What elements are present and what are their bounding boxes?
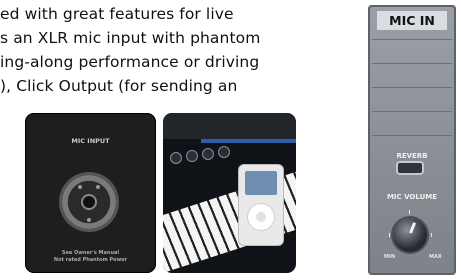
mic-volume-min-label: MIN xyxy=(384,254,396,260)
caption-line: Not rated Phantom Power xyxy=(53,257,128,263)
dial-tick xyxy=(431,233,432,237)
dial-tick xyxy=(409,210,410,214)
jack-pin xyxy=(96,185,100,189)
mic-volume-knob[interactable] xyxy=(393,218,427,252)
jack-pin xyxy=(87,218,91,222)
panel-divider xyxy=(372,39,452,40)
mic-volume-label: MIC VOLUME xyxy=(386,193,438,201)
ipod-screen xyxy=(245,171,277,195)
panel-divider xyxy=(372,63,452,64)
reverb-button[interactable] xyxy=(398,163,422,173)
mic-input-caption: See Owner's Manual Not rated Phantom Pow… xyxy=(25,250,156,264)
mic-in-panel: MIC IN REVERB MIC VOLUME MIN MAX xyxy=(368,5,456,275)
panel-divider xyxy=(372,111,452,112)
ipod-icon xyxy=(239,165,283,245)
dial-tick xyxy=(389,233,390,237)
panel-divider xyxy=(372,135,452,136)
text-line: ), Click Output (for sending an xyxy=(0,77,238,95)
caption-line: See Owner's Manual xyxy=(61,250,120,256)
ipod-click-wheel xyxy=(247,203,275,231)
knob-icon xyxy=(187,151,197,161)
jack-center xyxy=(83,196,95,208)
keyboard-panel xyxy=(163,113,296,139)
knob-icon xyxy=(171,153,181,163)
jack-pin xyxy=(78,185,82,189)
mic-input-photo: MIC INPUT See Owner's Manual Not rated P… xyxy=(25,113,156,273)
text-line: ing-along performance or driving xyxy=(0,53,260,71)
text-line: ed with great features for live xyxy=(0,5,234,23)
reverb-label: REVERB xyxy=(396,152,428,160)
knob-icon xyxy=(203,149,213,159)
mic-input-heading: MIC INPUT xyxy=(71,137,110,145)
keyboard-stripe xyxy=(201,139,296,143)
panel-title: MIC IN xyxy=(377,11,447,30)
keyboard-ipod-photo xyxy=(163,113,296,273)
mic-volume-max-label: MAX xyxy=(429,254,442,260)
knob-icon xyxy=(219,147,229,157)
panel-divider xyxy=(372,87,452,88)
text-line: s an XLR mic input with phantom xyxy=(0,29,261,47)
